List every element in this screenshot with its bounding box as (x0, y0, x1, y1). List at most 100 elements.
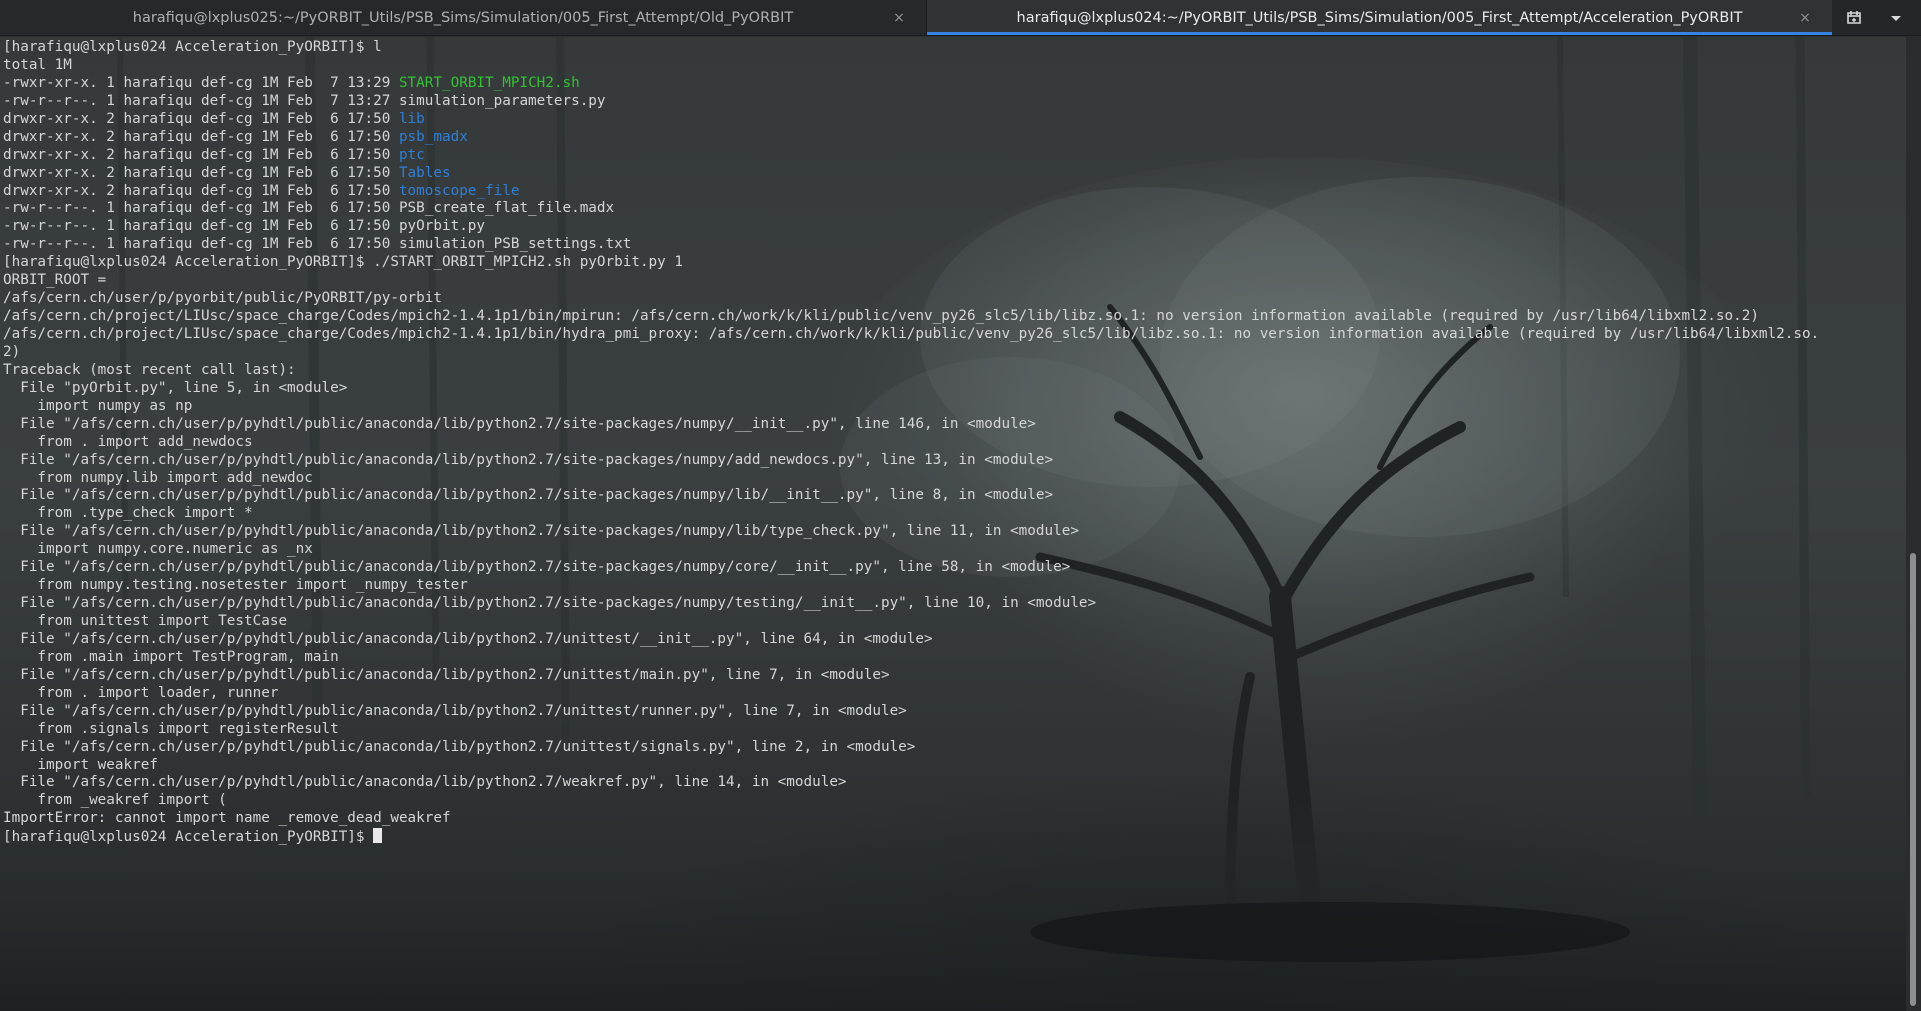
terminal-text: File "/afs/cern.ch/user/p/pyhdtl/public/… (3, 415, 1036, 432)
terminal-text: drwxr-xr-x. 2 harafiqu def-cg 1M Feb 6 1… (3, 164, 399, 181)
chevron-down-icon (1891, 15, 1901, 21)
tab-acceleration-pyorbit[interactable]: harafiqu@lxplus024:~/PyORBIT_Utils/PSB_S… (927, 0, 1832, 35)
terminal-view[interactable]: [harafiqu@lxplus024 Acceleration_PyORBIT… (0, 37, 1906, 1011)
terminal-line: Traceback (most recent call last): (3, 362, 1819, 380)
terminal-text: -rw-r--r--. 1 harafiqu def-cg 1M Feb 6 1… (3, 236, 632, 253)
terminal-line: drwxr-xr-x. 2 harafiqu def-cg 1M Feb 6 1… (3, 111, 1819, 129)
tab-menu-button[interactable] (1881, 3, 1911, 33)
terminal-line: File "/afs/cern.ch/user/p/pyhdtl/public/… (3, 667, 1819, 685)
new-tab-icon (1847, 10, 1861, 24)
terminal-text: import weakref (3, 756, 158, 773)
terminal-text: from .type_check import * (3, 505, 253, 522)
terminal-text: from numpy.lib import add_newdoc (3, 469, 313, 486)
terminal-text: -rwxr-xr-x. 1 harafiqu def-cg 1M Feb 7 1… (3, 74, 399, 91)
terminal-line: import numpy as np (3, 398, 1819, 416)
terminal-text: Traceback (most recent call last): (3, 361, 296, 378)
terminal-line: from _weakref import ( (3, 792, 1819, 810)
terminal-text: from . import loader, runner (3, 684, 279, 701)
terminal-line: from .main import TestProgram, main (3, 649, 1819, 667)
terminal-text: /afs/cern.ch/user/p/pyorbit/public/PyORB… (3, 290, 442, 307)
terminal-line: File "/afs/cern.ch/user/p/pyhdtl/public/… (3, 739, 1819, 757)
new-tab-button[interactable] (1839, 3, 1869, 33)
terminal-line: /afs/cern.ch/user/p/pyorbit/public/PyORB… (3, 290, 1819, 308)
terminal-text: File "/afs/cern.ch/user/p/pyhdtl/public/… (3, 523, 1079, 540)
terminal-text: [harafiqu@lxplus024 Acceleration_PyORBIT… (3, 254, 683, 271)
terminal-text: total 1M (3, 56, 72, 73)
terminal-line: File "/afs/cern.ch/user/p/pyhdtl/public/… (3, 487, 1819, 505)
terminal-text: -rw-r--r--. 1 harafiqu def-cg 1M Feb 6 1… (3, 200, 615, 217)
directory-name: psb_madx (398, 128, 468, 145)
terminal-text: drwxr-xr-x. 2 harafiqu def-cg 1M Feb 6 1… (3, 146, 399, 163)
tab-old-pyorbit[interactable]: harafiqu@lxplus025:~/PyORBIT_Utils/PSB_S… (0, 0, 926, 35)
directory-name: ptc (398, 146, 425, 163)
terminal-text: from .main import TestProgram, main (3, 648, 339, 665)
terminal-line: from .signals import registerResult (3, 721, 1819, 739)
terminal-text: import numpy as np (3, 397, 193, 414)
terminal-line: [harafiqu@lxplus024 Acceleration_PyORBIT… (3, 828, 1819, 846)
terminal-text: /afs/cern.ch/project/LIUsc/space_charge/… (3, 326, 1820, 342)
terminal-text: File "/afs/cern.ch/user/p/pyhdtl/public/… (3, 451, 1054, 468)
terminal-line: -rwxr-xr-x. 1 harafiqu def-cg 1M Feb 7 1… (3, 75, 1819, 93)
terminal-line: File "/afs/cern.ch/user/p/pyhdtl/public/… (3, 559, 1819, 577)
terminal-text: from _weakref import ( (3, 792, 227, 809)
terminal-text: drwxr-xr-x. 2 harafiqu def-cg 1M Feb 6 1… (3, 182, 399, 199)
terminal-line: File "pyOrbit.py", line 5, in <module> (3, 380, 1819, 398)
close-icon[interactable]: × (890, 9, 908, 27)
terminal-line: File "/afs/cern.ch/user/p/pyhdtl/public/… (3, 631, 1819, 649)
terminal-line: -rw-r--r--. 1 harafiqu def-cg 1M Feb 7 1… (3, 93, 1819, 111)
terminal-line: import weakref (3, 757, 1819, 775)
terminal-text: ImportError: cannot import name _remove_… (3, 810, 451, 827)
terminal-text: from unittest import TestCase (3, 613, 288, 629)
tab-bar: harafiqu@lxplus025:~/PyORBIT_Utils/PSB_S… (0, 0, 1921, 36)
terminal-text: import numpy.core.numeric as _nx (3, 541, 313, 558)
terminal-line: import numpy.core.numeric as _nx (3, 541, 1819, 559)
terminal-text: ORBIT_ROOT = (3, 272, 107, 289)
directory-name: lib (398, 110, 425, 127)
terminal-text: drwxr-xr-x. 2 harafiqu def-cg 1M Feb 6 1… (3, 110, 399, 127)
terminal-output: [harafiqu@lxplus024 Acceleration_PyORBIT… (3, 39, 1819, 846)
terminal-text: File "/afs/cern.ch/user/p/pyhdtl/public/… (3, 666, 890, 683)
terminal-text: [harafiqu@lxplus024 Acceleration_PyORBIT… (3, 39, 382, 55)
terminal-line: File "/afs/cern.ch/user/p/pyhdtl/public/… (3, 595, 1819, 613)
terminal-text: File "/afs/cern.ch/user/p/pyhdtl/public/… (3, 738, 916, 755)
text-cursor (373, 828, 383, 844)
terminal-text: [harafiqu@lxplus024 Acceleration_PyORBIT… (3, 829, 374, 846)
terminal-text: File "/afs/cern.ch/user/p/pyhdtl/public/… (3, 595, 1097, 612)
terminal-line: File "/afs/cern.ch/user/p/pyhdtl/public/… (3, 523, 1819, 541)
terminal-line: File "/afs/cern.ch/user/p/pyhdtl/public/… (3, 774, 1819, 792)
terminal-line: 2) (3, 344, 1819, 362)
terminal-line: drwxr-xr-x. 2 harafiqu def-cg 1M Feb 6 1… (3, 129, 1819, 147)
terminal-text: drwxr-xr-x. 2 harafiqu def-cg 1M Feb 6 1… (3, 128, 399, 145)
directory-name: Tables (398, 164, 451, 181)
terminal-text: 2) (3, 343, 21, 360)
terminal-line: from numpy.testing.nosetester import _nu… (3, 577, 1819, 595)
terminal-line: File "/afs/cern.ch/user/p/pyhdtl/public/… (3, 416, 1819, 434)
terminal-line: -rw-r--r--. 1 harafiqu def-cg 1M Feb 6 1… (3, 200, 1819, 218)
tab-title: harafiqu@lxplus025:~/PyORBIT_Utils/PSB_S… (132, 9, 794, 26)
executable-name: START_ORBIT_MPICH2.sh (398, 74, 580, 91)
terminal-text: File "/afs/cern.ch/user/p/pyhdtl/public/… (3, 702, 907, 719)
terminal-scrollbar[interactable] (1906, 37, 1921, 1011)
close-icon[interactable]: × (1796, 9, 1814, 27)
scrollbar-thumb[interactable] (1910, 553, 1916, 1007)
terminal-line: File "/afs/cern.ch/user/p/pyhdtl/public/… (3, 452, 1819, 470)
terminal-line: -rw-r--r--. 1 harafiqu def-cg 1M Feb 6 1… (3, 218, 1819, 236)
terminal-line: from .type_check import * (3, 505, 1819, 523)
terminal-line: from numpy.lib import add_newdoc (3, 470, 1819, 488)
terminal-text: from numpy.testing.nosetester import _nu… (3, 577, 468, 594)
terminal-text: -rw-r--r--. 1 harafiqu def-cg 1M Feb 7 1… (3, 92, 606, 109)
terminal-line: drwxr-xr-x. 2 harafiqu def-cg 1M Feb 6 1… (3, 165, 1819, 183)
terminal-text: from . import add_newdocs (3, 433, 253, 450)
terminal-text: -rw-r--r--. 1 harafiqu def-cg 1M Feb 6 1… (3, 218, 486, 235)
terminal-text: File "pyOrbit.py", line 5, in <module> (3, 379, 348, 396)
terminal-text: from .signals import registerResult (3, 720, 339, 737)
terminal-line: drwxr-xr-x. 2 harafiqu def-cg 1M Feb 6 1… (3, 147, 1819, 165)
terminal-text: /afs/cern.ch/project/LIUsc/space_charge/… (3, 308, 1759, 325)
terminal-line: from . import add_newdocs (3, 434, 1819, 452)
terminal-line: from . import loader, runner (3, 685, 1819, 703)
terminal-line: drwxr-xr-x. 2 harafiqu def-cg 1M Feb 6 1… (3, 183, 1819, 201)
terminal-line: /afs/cern.ch/project/LIUsc/space_charge/… (3, 308, 1819, 326)
terminal-text: File "/afs/cern.ch/user/p/pyhdtl/public/… (3, 487, 1054, 504)
terminal-line: [harafiqu@lxplus024 Acceleration_PyORBIT… (3, 39, 1819, 57)
tab-title: harafiqu@lxplus024:~/PyORBIT_Utils/PSB_S… (1016, 9, 1743, 26)
